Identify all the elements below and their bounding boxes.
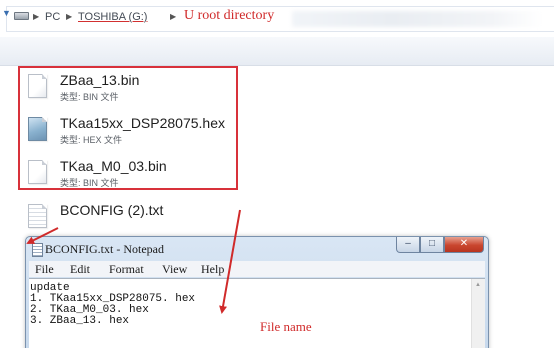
address-blurred-area	[292, 11, 542, 27]
menu-view[interactable]: View	[162, 262, 187, 277]
nav-dropdown-icon[interactable]: ▼	[2, 9, 11, 18]
root-directory-callout: U root directory	[184, 8, 275, 23]
notepad-title: BCONFIG.txt - Notepad	[45, 242, 164, 256]
breadcrumb-separator-icon[interactable]: ▶	[66, 10, 72, 24]
menu-file[interactable]: File	[35, 262, 54, 277]
maximize-button[interactable]: □	[420, 237, 444, 253]
address-bar: ▼ ▶ PC ▶ TOSHIBA (G:) ▶ U root directory	[0, 0, 554, 36]
text-line: 3. ZBaa_13. hex	[30, 315, 130, 327]
notepad-text-area[interactable]: update 1. TKaa15xx_DSP28075. hex 2. TKaa…	[29, 278, 485, 348]
breadcrumb-drive[interactable]: TOSHIBA (G:)	[78, 10, 147, 24]
file-name-annotation: File name	[260, 319, 312, 334]
close-button[interactable]: ✕	[444, 237, 484, 253]
text-file-icon	[28, 204, 47, 228]
breadcrumb-pc[interactable]: PC	[45, 10, 60, 24]
minimize-button[interactable]: –	[396, 237, 420, 253]
menu-help[interactable]: Help	[201, 262, 224, 277]
notepad-window: BCONFIG.txt - Notepad – □ ✕ File Edit Fo…	[25, 236, 489, 348]
drive-icon	[14, 12, 29, 20]
breadcrumb-separator-icon[interactable]: ▶	[170, 10, 176, 24]
notepad-icon	[32, 243, 43, 257]
firmware-files-highlight	[18, 66, 238, 190]
menu-edit[interactable]: Edit	[70, 262, 90, 277]
explorer-toolbar	[0, 37, 554, 66]
breadcrumb-separator-icon[interactable]: ▶	[33, 10, 39, 24]
file-name: BCONFIG (2).txt	[60, 202, 164, 218]
menu-format[interactable]: Format	[109, 262, 144, 277]
explorer-screenshot: ▼ ▶ PC ▶ TOSHIBA (G:) ▶ U root directory…	[0, 0, 554, 348]
notepad-menubar: File Edit Format View Help	[29, 261, 485, 277]
scroll-up-icon[interactable]: ▲	[475, 282, 481, 288]
vertical-scrollbar[interactable]: ▲	[471, 279, 485, 348]
